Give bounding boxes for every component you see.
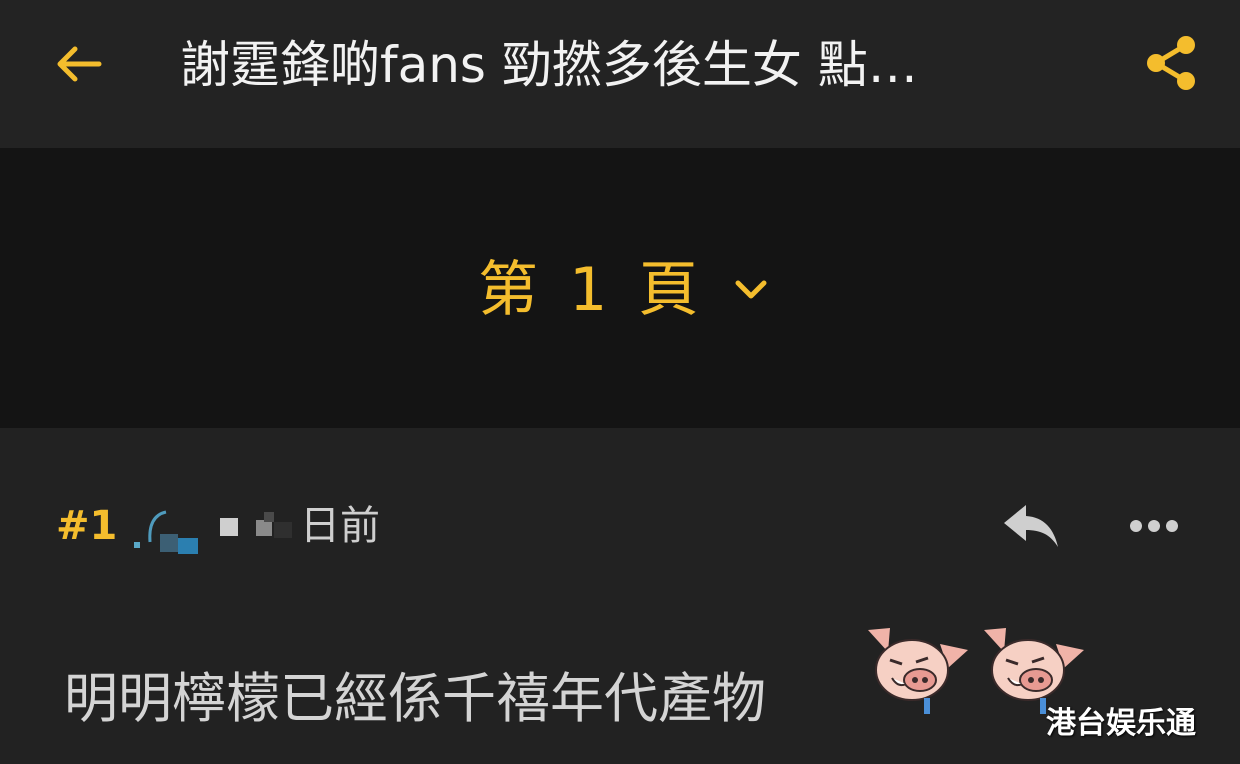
post-time: 日前	[300, 503, 380, 549]
arrow-left-icon	[57, 46, 102, 82]
page-selector[interactable]: 第 1 頁	[478, 250, 768, 330]
back-button[interactable]	[48, 38, 108, 90]
avatar[interactable]	[132, 502, 204, 554]
thread-title: 謝霆鋒啲fans 勁撚多後生女 點…	[180, 36, 918, 94]
chevron-down-icon	[734, 279, 768, 301]
watermark: 港台娱乐通	[1046, 706, 1196, 741]
more-options-button[interactable]	[1124, 504, 1184, 548]
post-content: 明明檸檬已經係千禧年代產物	[64, 667, 766, 730]
post-number: #1	[56, 503, 118, 549]
share-button[interactable]	[1138, 30, 1204, 96]
page-label: 第 1 頁	[478, 255, 705, 325]
reply-button[interactable]	[1000, 498, 1062, 554]
more-icon	[1130, 520, 1178, 532]
username-redacted[interactable]	[216, 506, 296, 546]
top-app-bar: 謝霆鋒啲fans 勁撚多後生女 點…	[0, 0, 1240, 148]
reply-icon	[1004, 505, 1058, 547]
pig-crying-emoji	[868, 628, 968, 714]
share-icon	[1147, 36, 1195, 90]
